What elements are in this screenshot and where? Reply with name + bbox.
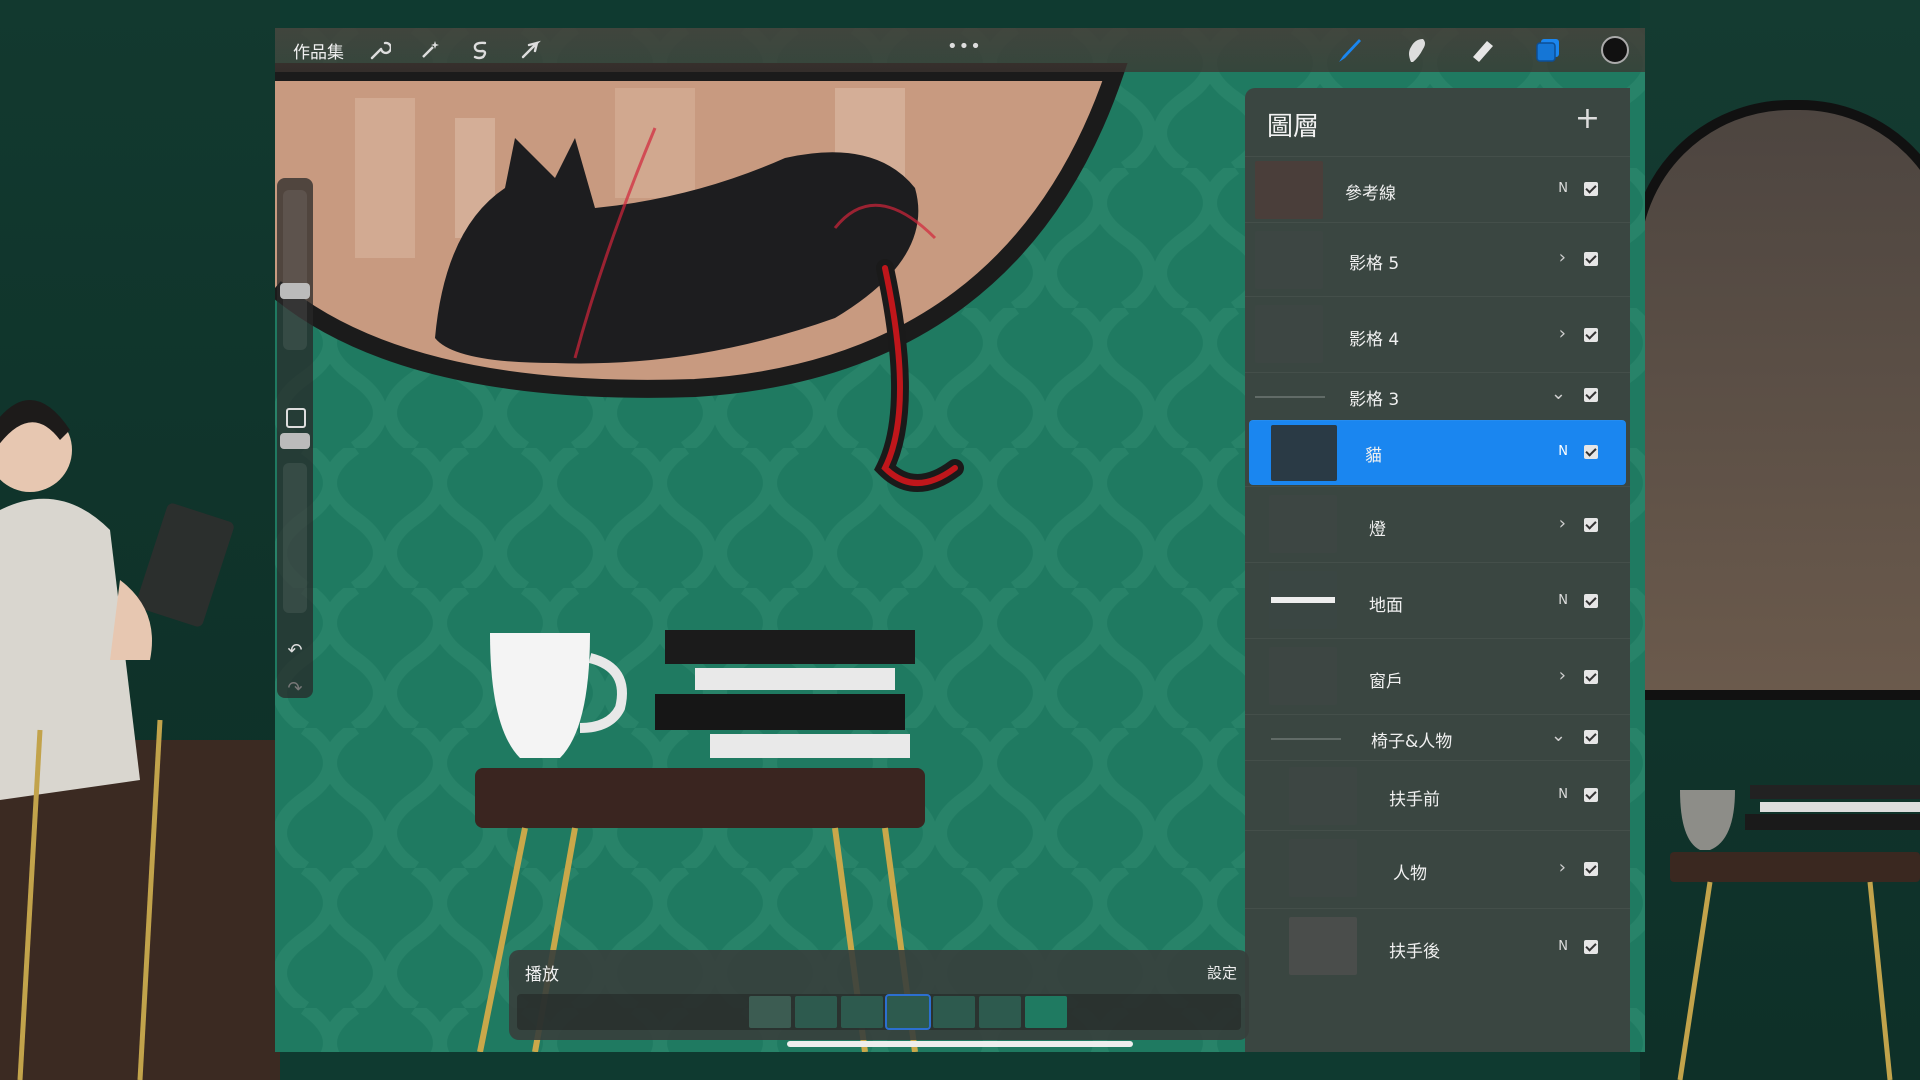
layer-visibility-checkbox[interactable] (1584, 252, 1598, 266)
blend-mode-button[interactable]: N (1558, 787, 1568, 802)
chevron-right-icon[interactable]: › (1559, 665, 1566, 686)
layer-row[interactable]: 地面 N (1245, 562, 1630, 639)
frame-thumbnail[interactable] (749, 996, 791, 1028)
opacity-knob[interactable] (280, 433, 310, 449)
layer-thumbnail (1289, 917, 1357, 975)
blend-mode-button[interactable]: N (1558, 939, 1568, 954)
layer-visibility-checkbox[interactable] (1584, 940, 1598, 954)
layers-panel: 圖層 + 參考線 N 影格 5 › 影格 4 › 影格 3 ⌄ 貓 N 燈 › … (1245, 88, 1630, 1052)
chevron-right-icon[interactable]: › (1559, 323, 1566, 344)
chevron-right-icon[interactable]: › (1559, 857, 1566, 878)
brush-icon[interactable] (1335, 35, 1365, 69)
chevron-down-icon[interactable]: ⌄ (1551, 383, 1566, 404)
layer-name: 人物 (1393, 864, 1427, 884)
chevron-right-icon[interactable]: › (1559, 513, 1566, 534)
layer-thumbnail (1255, 231, 1323, 289)
play-button[interactable]: 播放 (525, 960, 559, 985)
background-table (1670, 785, 1920, 1080)
layer-name: 影格 4 (1349, 330, 1400, 350)
color-icon[interactable] (1599, 34, 1631, 70)
layer-row[interactable]: 參考線 N (1245, 156, 1630, 223)
layer-visibility-checkbox[interactable] (1584, 788, 1598, 802)
layer-thumbnail (1271, 425, 1337, 481)
layer-thumbnail (1255, 305, 1323, 363)
layers-icon[interactable] (1533, 35, 1563, 69)
frame-strip (517, 994, 1241, 1030)
layer-group-row[interactable]: 椅子&人物 ⌄ (1245, 714, 1630, 761)
frame-thumbnail[interactable] (841, 996, 883, 1028)
frame-thumbnail[interactable] (933, 996, 975, 1028)
layer-name: 窗戶 (1369, 672, 1403, 692)
transform-arrow-icon[interactable] (516, 36, 544, 64)
background-window (1630, 100, 1920, 700)
layer-visibility-checkbox[interactable] (1584, 182, 1598, 196)
frame-thumbnail[interactable] (1025, 996, 1067, 1028)
layer-thumbnail (1255, 161, 1323, 219)
timeline-settings-button[interactable]: 設定 (1207, 962, 1237, 983)
chevron-down-icon[interactable]: ⌄ (1551, 725, 1566, 746)
layer-row[interactable]: 燈 › (1245, 486, 1630, 563)
animation-timeline: 播放 設定 (509, 950, 1249, 1040)
selection-icon[interactable] (466, 36, 494, 64)
layer-visibility-checkbox[interactable] (1584, 594, 1598, 608)
background-illustration-person (0, 400, 280, 1080)
layer-name: 參考線 (1345, 184, 1396, 204)
eraser-icon[interactable] (1467, 35, 1497, 69)
layer-visibility-checkbox[interactable] (1584, 670, 1598, 684)
layer-thumbnail (1289, 767, 1357, 825)
left-sidebar: ↶ ↷ (277, 178, 313, 700)
blend-mode-button[interactable]: N (1558, 444, 1568, 459)
layer-visibility-checkbox[interactable] (1584, 518, 1598, 532)
modify-button[interactable] (286, 408, 306, 428)
blend-mode-button[interactable]: N (1558, 593, 1568, 608)
layer-name: 影格 5 (1349, 254, 1400, 274)
layer-row[interactable]: 影格 5 › (1245, 222, 1630, 297)
layer-name: 貓 (1365, 446, 1382, 466)
layer-group-row[interactable]: 影格 3 ⌄ (1245, 372, 1630, 419)
more-dots-icon[interactable]: ••• (947, 36, 982, 57)
layer-row-selected[interactable]: 貓 N (1249, 420, 1626, 485)
layer-name: 扶手前 (1389, 790, 1440, 810)
layer-row[interactable]: 窗戶 › (1245, 638, 1630, 715)
magic-wand-icon[interactable] (416, 36, 444, 64)
redo-icon[interactable]: ↷ (284, 678, 306, 700)
layer-visibility-checkbox[interactable] (1584, 445, 1598, 459)
layer-name: 椅子&人物 (1371, 732, 1453, 752)
top-toolbar: 作品集 ••• (275, 28, 1645, 72)
layer-visibility-checkbox[interactable] (1584, 730, 1598, 744)
frame-thumbnail[interactable] (795, 996, 837, 1028)
undo-icon[interactable]: ↶ (284, 640, 306, 662)
layer-name: 燈 (1369, 520, 1386, 540)
brush-size-knob[interactable] (280, 283, 310, 299)
layer-thumbnail (1269, 647, 1337, 705)
paint-tools (1335, 34, 1631, 70)
layer-thumbnail (1289, 839, 1357, 897)
frame-thumbnail[interactable] (979, 996, 1021, 1028)
layer-row[interactable]: 扶手後 N (1245, 908, 1630, 985)
layer-row[interactable]: 人物 › (1245, 830, 1630, 909)
layer-visibility-checkbox[interactable] (1584, 388, 1598, 402)
layer-row[interactable]: 影格 4 › (1245, 296, 1630, 373)
layer-visibility-checkbox[interactable] (1584, 862, 1598, 876)
blend-mode-button[interactable]: N (1558, 181, 1568, 196)
layer-visibility-checkbox[interactable] (1584, 328, 1598, 342)
add-layer-button[interactable]: + (1575, 104, 1600, 134)
layers-panel-title: 圖層 (1267, 112, 1320, 142)
wrench-icon[interactable] (366, 36, 394, 64)
gallery-button[interactable]: 作品集 (293, 38, 344, 63)
layer-name: 地面 (1369, 596, 1403, 616)
layer-thumbnail (1269, 495, 1337, 553)
opacity-slider[interactable] (283, 463, 307, 613)
layer-row[interactable]: 扶手前 N (1245, 760, 1630, 831)
procreate-window: 作品集 ••• ↶ ↷ 圖層 + 參考線 N 影格 5 › 影格 4 › 影格 … (275, 28, 1645, 1052)
frame-thumbnail[interactable] (885, 994, 931, 1030)
chevron-right-icon[interactable]: › (1559, 247, 1566, 268)
home-indicator (787, 1041, 1133, 1047)
brush-size-slider[interactable] (283, 190, 307, 350)
layer-name: 扶手後 (1389, 942, 1440, 962)
layer-name: 影格 3 (1349, 390, 1400, 410)
smudge-icon[interactable] (1401, 35, 1431, 69)
